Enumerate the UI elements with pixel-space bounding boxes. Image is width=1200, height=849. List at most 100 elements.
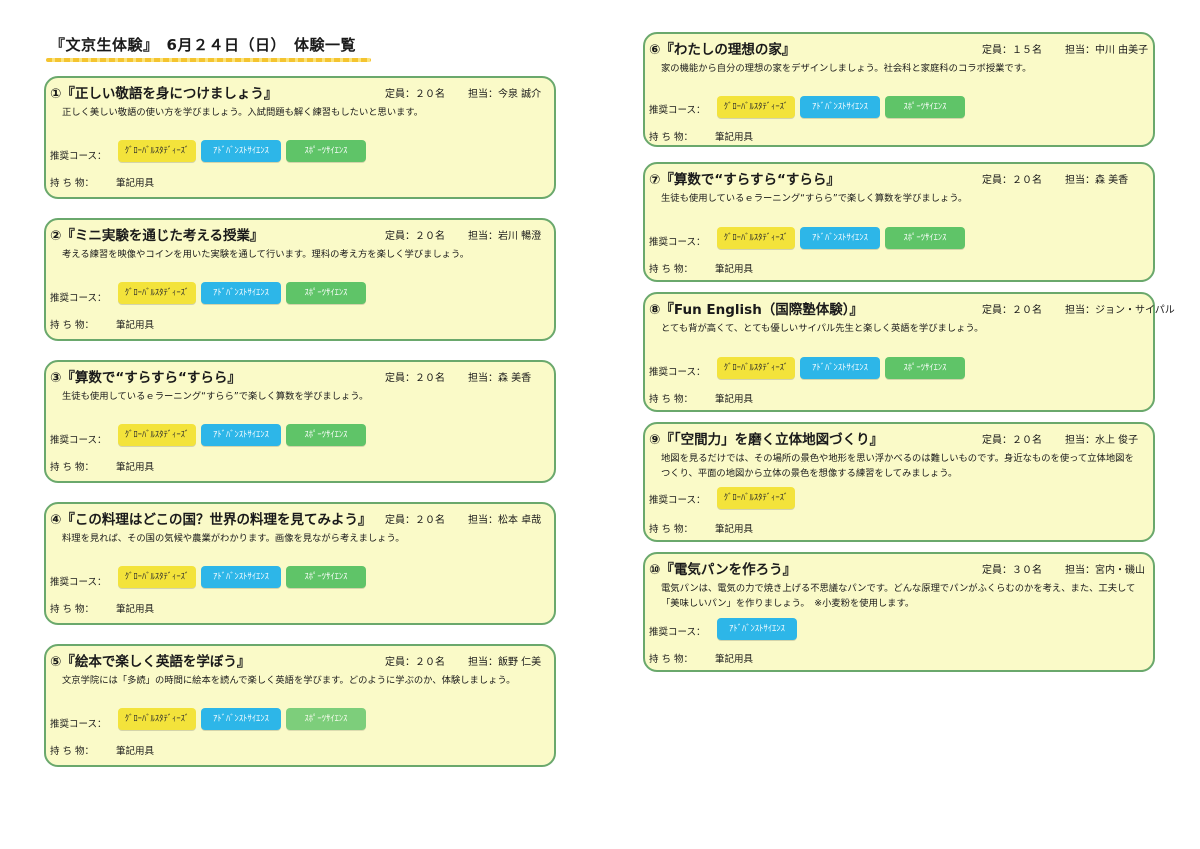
badge-advanced-science: ｱﾄﾞﾊﾞﾝｽﾄｻｲｴﾝｽ xyxy=(201,566,281,588)
program-title: ⑨『「空間力」を磨く立体地図づくり』 xyxy=(649,432,884,448)
belongings-row: 持 ち 物： 筆記用具 xyxy=(50,746,155,757)
program-description: 文京学院には「多読」の時間に絵本を読んで楽しく英語を学びます。どのように学ぶのか… xyxy=(62,675,516,686)
course-label: 推奨コース： xyxy=(50,719,107,730)
belongings-value: 筆記用具 xyxy=(116,604,155,615)
capacity: 定員：２０名 xyxy=(982,435,1042,446)
badge-global-studies: ｸﾞﾛｰﾊﾞﾙｽﾀﾃﾞｨｰｽﾞ xyxy=(118,566,196,588)
program-card-4: ④『この料理はどこの国？世界の料理を見てみよう』 定員：２０名 担当：松本 卓哉… xyxy=(44,502,556,625)
badge-advanced-science: ｱﾄﾞﾊﾞﾝｽﾄｻｲｴﾝｽ xyxy=(201,708,281,730)
program-description: 家の機能から自分の理想の家をデザインしましょう。社会科と家庭科のコラボ授業です。 xyxy=(661,63,1032,74)
belongings-row: 持 ち 物： 筆記用具 xyxy=(649,654,754,665)
badge-sports-science: ｽﾎﾟｰﾂｻｲｴﾝｽ xyxy=(885,357,965,379)
program-card-1: ①『正しい敬語を身につけましょう』 定員：２０名 担当：今泉 誠介 正しく美しい… xyxy=(44,76,556,199)
program-card-5: ⑤『絵本で楽しく英語を学ぼう』 定員：２０名 担当：飯野 仁美 文京学院には「多… xyxy=(44,644,556,767)
program-description: とても背が高くて、とても優しいサイパル先生と楽しく英語を学びましょう。 xyxy=(661,323,984,334)
course-label: 推奨コース： xyxy=(50,577,107,588)
badge-sports-science: ｽﾎﾟｰﾂｻｲｴﾝｽ xyxy=(286,424,366,446)
program-description: 料理を見れば、その国の気候や農業がわかります。画像を見ながら考えましょう。 xyxy=(62,533,405,544)
belongings-value: 筆記用具 xyxy=(116,746,155,757)
badge-global-studies: ｸﾞﾛｰﾊﾞﾙｽﾀﾃﾞｨｰｽﾞ xyxy=(717,487,795,509)
badge-global-studies: ｸﾞﾛｰﾊﾞﾙｽﾀﾃﾞｨｰｽﾞ xyxy=(717,96,795,118)
instructor: 担当：松本 卓哉 xyxy=(468,515,542,526)
instructor: 担当：森 美香 xyxy=(468,373,532,384)
course-label: 推奨コース： xyxy=(649,237,706,248)
belongings-row: 持 ち 物： 筆記用具 xyxy=(649,264,754,275)
badge-global-studies: ｸﾞﾛｰﾊﾞﾙｽﾀﾃﾞｨｰｽﾞ xyxy=(118,282,196,304)
program-card-8: ⑧『Fun English（国際塾体験）』 定員：２０名 担当：ジョン・サイパル… xyxy=(643,292,1175,412)
capacity: 定員：２０名 xyxy=(385,515,445,526)
badge-sports-science: ｽﾎﾟｰﾂｻｲｴﾝｽ xyxy=(286,140,366,162)
belongings-row: 持 ち 物： 筆記用具 xyxy=(649,132,754,143)
program-card-6: ⑥『わたしの理想の家』 定員：１５名 担当：中川 由美子 家の機能から自分の理想… xyxy=(643,32,1155,147)
program-title: ⑦『算数で“すらすら“すらら』 xyxy=(649,172,840,188)
course-label: 推奨コース： xyxy=(50,435,107,446)
instructor: 担当：水上 俊子 xyxy=(1065,435,1139,446)
program-description: 地図を見るだけでは、その場所の景色や地形を思い浮かべるのは難しいものです。身近な… xyxy=(661,453,1134,479)
badge-advanced-science: ｱﾄﾞﾊﾞﾝｽﾄｻｲｴﾝｽ xyxy=(201,282,281,304)
badge-sports-science: ｽﾎﾟｰﾂｻｲｴﾝｽ xyxy=(885,227,965,249)
belongings-row: 持 ち 物： 筆記用具 xyxy=(50,178,155,189)
capacity: 定員：２０名 xyxy=(982,305,1042,316)
badge-sports-science: ｽﾎﾟｰﾂｻｲｴﾝｽ xyxy=(885,96,965,118)
badge-global-studies: ｸﾞﾛｰﾊﾞﾙｽﾀﾃﾞｨｰｽﾞ xyxy=(118,140,196,162)
badge-global-studies: ｸﾞﾛｰﾊﾞﾙｽﾀﾃﾞｨｰｽﾞ xyxy=(118,424,196,446)
capacity: 定員：２０名 xyxy=(385,373,445,384)
course-label: 推奨コース： xyxy=(50,293,107,304)
capacity: 定員：１５名 xyxy=(982,45,1042,56)
belongings-row: 持 ち 物： 筆記用具 xyxy=(649,524,754,535)
instructor: 担当：今泉 誠介 xyxy=(468,89,542,100)
program-description: 生徒も使用しているｅラーニング“すらら”で楽しく算数を学びましょう。 xyxy=(661,193,968,204)
belongings-value: 筆記用具 xyxy=(715,132,754,143)
belongings-value: 筆記用具 xyxy=(116,462,155,473)
belongings-value: 筆記用具 xyxy=(715,654,754,665)
course-label: 推奨コース： xyxy=(50,151,107,162)
program-description: 正しく美しい敬語の使い方を学びましょう。入試問題も解く練習もしたいと思います。 xyxy=(62,107,424,118)
belongings-row: 持 ち 物： 筆記用具 xyxy=(649,394,754,405)
badge-advanced-science: ｱﾄﾞﾊﾞﾝｽﾄｻｲｴﾝｽ xyxy=(201,424,281,446)
instructor: 担当：飯野 仁美 xyxy=(468,657,542,668)
belongings-value: 筆記用具 xyxy=(116,320,155,331)
instructor: 担当：中川 由美子 xyxy=(1065,45,1149,56)
capacity: 定員：２０名 xyxy=(982,175,1042,186)
program-card-3: ③『算数で“すらすら“すらら』 定員：２０名 担当：森 美香 生徒も使用している… xyxy=(44,360,556,483)
program-title: ⑥『わたしの理想の家』 xyxy=(649,42,796,58)
title-underline xyxy=(46,58,371,62)
program-card-2: ②『ミニ実験を通じた考える授業』 定員：２０名 担当：岩川 暢澄 考える練習を映… xyxy=(44,218,556,341)
course-label: 推奨コース： xyxy=(649,367,706,378)
capacity: 定員：２０名 xyxy=(385,657,445,668)
badge-global-studies: ｸﾞﾛｰﾊﾞﾙｽﾀﾃﾞｨｰｽﾞ xyxy=(118,708,196,730)
program-title: ⑧『Fun English（国際塾体験）』 xyxy=(649,302,864,318)
program-title: ①『正しい敬語を身につけましょう』 xyxy=(50,86,278,102)
program-title: ④『この料理はどこの国？世界の料理を見てみよう』 xyxy=(50,512,372,528)
capacity: 定員：２０名 xyxy=(385,231,445,242)
program-title: ②『ミニ実験を通じた考える授業』 xyxy=(50,228,264,244)
instructor: 担当：森 美香 xyxy=(1065,175,1129,186)
badge-advanced-science: ｱﾄﾞﾊﾞﾝｽﾄｻｲｴﾝｽ xyxy=(717,618,797,640)
belongings-row: 持 ち 物： 筆記用具 xyxy=(50,462,155,473)
belongings-value: 筆記用具 xyxy=(715,524,754,535)
program-description: 電気パンは、電気の力で焼き上げる不思議なパンです。どんな原理でパンがふくらむのか… xyxy=(661,583,1136,609)
badge-advanced-science: ｱﾄﾞﾊﾞﾝｽﾄｻｲｴﾝｽ xyxy=(800,357,880,379)
capacity: 定員：３０名 xyxy=(982,565,1042,576)
program-card-10: ⑩『電気パンを作ろう』 定員：３０名 担当：宮内・磯山 電気パンは、電気の力で焼… xyxy=(643,552,1155,672)
program-title: ⑤『絵本で楽しく英語を学ぼう』 xyxy=(50,654,251,670)
page-title: 『文京生体験』 6月２４日（日） 体験一覧 xyxy=(50,36,356,54)
belongings-row: 持 ち 物： 筆記用具 xyxy=(50,320,155,331)
badge-sports-science: ｽﾎﾟｰﾂｻｲｴﾝｽ xyxy=(286,566,366,588)
belongings-value: 筆記用具 xyxy=(116,178,155,189)
belongings-row: 持 ち 物： 筆記用具 xyxy=(50,604,155,615)
instructor: 担当：宮内・磯山 xyxy=(1065,565,1145,576)
program-card-7: ⑦『算数で“すらすら“すらら』 定員：２０名 担当：森 美香 生徒も使用している… xyxy=(643,162,1155,282)
instructor: 担当：岩川 暢澄 xyxy=(468,231,542,242)
program-title: ⑩『電気パンを作ろう』 xyxy=(649,562,797,578)
program-description: 考える練習を映像やコインを用いた実験を通して行います。理科の考え方を楽しく学びま… xyxy=(62,249,470,260)
badge-advanced-science: ｱﾄﾞﾊﾞﾝｽﾄｻｲｴﾝｽ xyxy=(201,140,281,162)
badge-global-studies: ｸﾞﾛｰﾊﾞﾙｽﾀﾃﾞｨｰｽﾞ xyxy=(717,227,795,249)
course-label: 推奨コース： xyxy=(649,105,706,116)
badge-advanced-science: ｱﾄﾞﾊﾞﾝｽﾄｻｲｴﾝｽ xyxy=(800,227,880,249)
program-card-9: ⑨『「空間力」を磨く立体地図づくり』 定員：２０名 担当：水上 俊子 地図を見る… xyxy=(643,422,1155,542)
badge-sports-science: ｽﾎﾟｰﾂｻｲｴﾝｽ xyxy=(286,282,366,304)
program-title: ③『算数で“すらすら“すらら』 xyxy=(50,370,241,386)
belongings-value: 筆記用具 xyxy=(715,264,754,275)
badge-sports-science: ｽﾎﾟｰﾂｻｲｴﾝｽ xyxy=(286,708,366,730)
